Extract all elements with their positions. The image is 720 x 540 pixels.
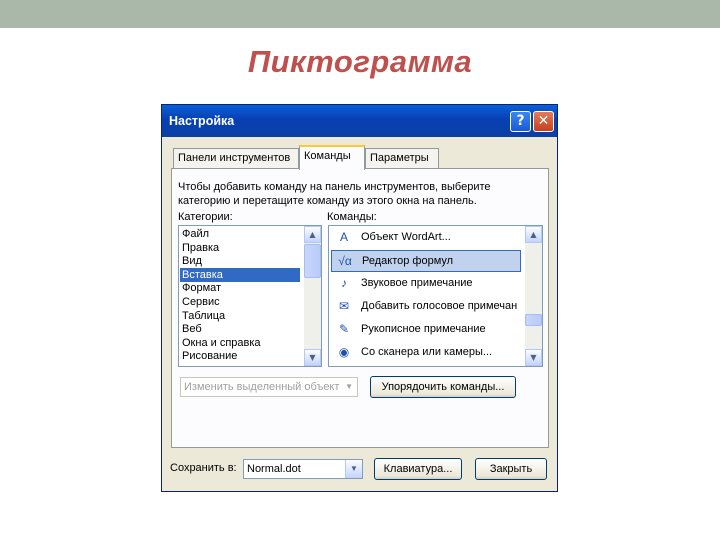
instructions-line-2: категорию и перетащите команду из этого … — [178, 195, 477, 207]
scanner-camera-icon: ◉ — [338, 345, 350, 359]
modify-selection-dropdown[interactable]: Изменить выделенный объект ▼ — [180, 377, 358, 397]
chevron-down-icon: ▼ — [345, 382, 353, 391]
scroll-thumb[interactable] — [304, 244, 321, 278]
command-item[interactable]: ♪ Звуковое примечание — [331, 273, 521, 295]
commands-list[interactable]: A Объект WordArt... √α Редактор формул ♪ Звук… — [328, 225, 543, 367]
command-label: Объект WordArt... — [361, 231, 451, 243]
save-in-label: Сохранить в: — [170, 462, 237, 474]
chevron-down-icon[interactable]: ▼ — [345, 460, 362, 478]
save-in-dropdown[interactable]: Normal.dot ▼ — [243, 459, 363, 479]
command-item[interactable]: ◉ Со сканера или камеры... — [331, 342, 521, 364]
category-item[interactable]: Вставка — [180, 267, 300, 282]
scroll-down-icon[interactable]: ▼ — [525, 349, 542, 366]
scroll-up-icon[interactable]: ▲ — [304, 226, 321, 243]
slide-top-bar — [0, 0, 720, 28]
dialog-titlebar[interactable]: Настройка ? ✕ — [162, 105, 557, 137]
scroll-up-icon[interactable]: ▲ — [525, 226, 542, 243]
category-item[interactable]: Правка — [180, 241, 300, 255]
categories-scrollbar[interactable]: ▲ ▼ — [304, 226, 321, 366]
category-item[interactable]: Веб — [180, 322, 300, 336]
tab-commands[interactable]: Команды — [299, 145, 365, 170]
command-item[interactable]: A Объект WordArt... — [331, 227, 521, 249]
formula-editor-icon: √α — [338, 254, 352, 268]
rearrange-commands-button[interactable]: Упорядочить команды... — [370, 376, 516, 398]
voice-note-icon: ✉ — [338, 299, 350, 313]
category-item[interactable]: Рисование — [180, 349, 300, 363]
command-label: Редактор формул — [362, 255, 454, 267]
save-in-value: Normal.dot — [247, 463, 301, 475]
command-label: Звуковое примечание — [361, 277, 473, 289]
category-item[interactable]: Окна и справка — [180, 336, 300, 350]
help-button[interactable]: ? — [510, 111, 531, 132]
command-label: Рукописное примечание — [361, 323, 486, 335]
slide-title: Пиктограмма — [247, 44, 473, 79]
customize-dialog: Настройка ? ✕ Панели инструментов Команд… — [161, 104, 558, 492]
scroll-down-icon[interactable]: ▼ — [304, 349, 321, 366]
modify-selection-label: Изменить выделенный объект — [184, 381, 340, 393]
categories-label: Категории: — [178, 211, 233, 223]
wordart-icon: A — [339, 230, 348, 244]
close-icon[interactable]: ✕ — [533, 111, 554, 132]
command-item[interactable]: ✎ Рукописное примечание — [331, 319, 521, 341]
scroll-thumb[interactable] — [525, 314, 542, 326]
category-item[interactable]: Файл — [180, 227, 300, 241]
sound-note-icon: ♪ — [341, 276, 347, 290]
dialog-title: Настройка — [169, 114, 235, 128]
command-item[interactable]: ✉ Добавить голосовое примечан — [331, 296, 521, 318]
instructions-line-1: Чтобы добавить команду на панель инструм… — [178, 181, 491, 193]
categories-list[interactable]: Файл Правка Вид Вставка Формат Сервис Таблица В… — [178, 225, 322, 367]
command-label: Добавить голосовое примечан — [361, 300, 518, 312]
command-item[interactable]: √α Редактор формул — [331, 250, 521, 272]
category-item[interactable]: Сервис — [180, 295, 300, 309]
category-item[interactable]: Формат — [180, 281, 300, 295]
tab-toolbars[interactable]: Панели инструментов — [173, 148, 299, 168]
tab-options[interactable]: Параметры — [365, 148, 439, 168]
category-item[interactable]: Таблица — [180, 309, 300, 323]
ink-note-icon: ✎ — [338, 322, 350, 336]
close-button[interactable]: Закрыть — [475, 458, 547, 480]
commands-scrollbar[interactable]: ▲ ▼ — [525, 226, 542, 366]
keyboard-button[interactable]: Клавиатура... — [374, 458, 462, 480]
commands-tab-panel: Чтобы добавить команду на панель инструм… — [171, 168, 549, 448]
category-item[interactable]: Вид — [180, 254, 300, 268]
commands-label: Команды: — [327, 211, 377, 223]
command-label: Со сканера или камеры... — [361, 346, 493, 358]
